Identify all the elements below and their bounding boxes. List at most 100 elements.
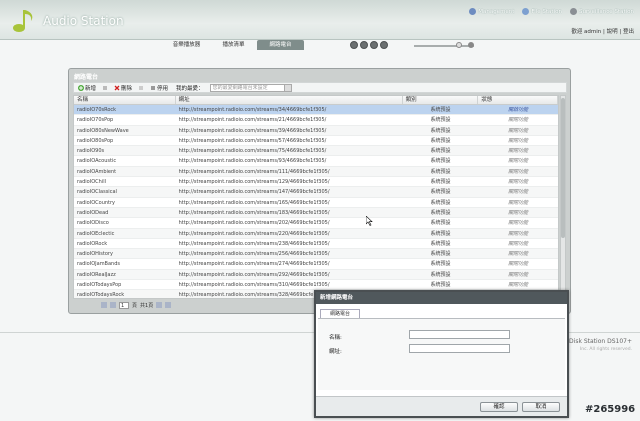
table-row[interactable]: radioIO80sPop http://streampoint.radioio.… <box>74 136 558 147</box>
tab-internet-radio[interactable]: 網路電台 <box>257 40 304 50</box>
previous-icon[interactable] <box>350 41 358 49</box>
cell-url: http://streampoint.radioio.com/streams/1… <box>178 199 330 206</box>
cell-status[interactable]: 關閉功能 <box>478 167 558 176</box>
table-row[interactable]: radioIO90s http://streampoint.radioio.com… <box>74 146 558 157</box>
name-field[interactable] <box>409 330 510 339</box>
first-page-icon[interactable] <box>101 302 107 308</box>
transport-controls <box>350 41 388 49</box>
dialog-body: 名稱: 網址: <box>318 318 565 390</box>
volume-track[interactable] <box>414 45 474 47</box>
add-icon <box>78 84 84 91</box>
favorites-select[interactable]: 您的最愛網路電台未設定 <box>209 83 292 92</box>
table-row[interactable]: radioIO80sNewWave http://streampoint.radi… <box>74 125 558 136</box>
cell-status[interactable]: 關閉功能 <box>478 126 558 135</box>
next-page-icon[interactable] <box>156 302 163 308</box>
edit-icon <box>103 85 108 90</box>
cell-status[interactable]: 關閉功能 <box>478 229 558 238</box>
ok-button[interactable]: 確認 <box>480 402 518 412</box>
table-row[interactable]: radioIOJamBands http://streampoint.radioi… <box>74 259 558 270</box>
cell-category: 系統預設 <box>430 261 451 268</box>
disable-button[interactable]: 停用 <box>150 84 168 92</box>
cell-status[interactable]: 關閉功能 <box>478 259 558 268</box>
enable-button[interactable] <box>138 85 144 91</box>
cell-name: radioIOAmbient <box>77 168 117 175</box>
cell-name: radioIOHistory <box>77 251 113 258</box>
new-button[interactable]: 新增 <box>78 84 96 92</box>
table-row[interactable]: radioIOCountry http://streampoint.radioio… <box>74 198 558 208</box>
top-links: Management File Station Surveillance Sta… <box>469 8 634 15</box>
table-row[interactable]: radioIORealJazz http://streampoint.radioi… <box>74 269 558 281</box>
column-header-status[interactable]: 狀態 <box>478 96 558 104</box>
play-icon[interactable] <box>360 41 368 49</box>
table-row[interactable]: radioIOHistory http://streampoint.radioio… <box>74 249 558 260</box>
column-header-url[interactable]: 網址 <box>176 96 403 104</box>
tab-music-player[interactable]: 音樂播放器 <box>163 40 210 50</box>
last-page-icon[interactable] <box>165 302 172 308</box>
cell-status[interactable]: 關閉功能 <box>478 198 558 207</box>
tab-playlist[interactable]: 播放清單 <box>210 40 257 50</box>
stop-icon[interactable] <box>370 41 378 49</box>
table-row[interactable]: radioIO70sPop http://streampoint.radioio.… <box>74 115 558 126</box>
delete-x-icon <box>114 85 120 90</box>
cell-status[interactable]: 關閉功能 <box>478 249 558 258</box>
cell-status[interactable]: 關閉功能 <box>478 136 558 145</box>
prev-page-icon[interactable] <box>110 302 116 308</box>
cell-status[interactable]: 關閉功能 <box>478 280 558 289</box>
total-pages-label: 共1頁 <box>140 302 154 309</box>
cell-status[interactable]: 關閉功能 <box>478 146 558 155</box>
user-links[interactable]: 歡迎 admin | 說明 | 登出 <box>571 27 634 35</box>
cancel-button[interactable]: 取消 <box>522 402 560 412</box>
page-number-input[interactable]: 1 <box>119 301 129 309</box>
scrollbar-thumb[interactable] <box>561 98 565 238</box>
disable-icon <box>151 85 156 90</box>
table-row[interactable]: radioIOChill http://streampoint.radioio.c… <box>74 177 558 188</box>
cell-status[interactable]: 關閉功能 <box>478 208 558 217</box>
cell-status[interactable]: 關閉功能 <box>478 239 558 248</box>
management-link[interactable]: Management <box>469 8 514 15</box>
column-header-name[interactable]: 名稱 <box>74 96 176 104</box>
surveillance-link[interactable]: Surveillance Station <box>569 8 634 15</box>
cell-url: http://streampoint.radioio.com/streams/2… <box>178 251 330 258</box>
edit-button[interactable] <box>102 85 108 91</box>
page-label: 頁 <box>132 302 138 309</box>
url-field[interactable] <box>409 344 510 353</box>
table-row[interactable]: radioIO70sRock http://streampoint.radioio… <box>74 105 558 116</box>
file-station-link[interactable]: File Station <box>522 8 562 15</box>
cell-category: 系統預設 <box>430 189 451 196</box>
internet-radio-panel: 網路電台 新增 刪除 停用 我的最愛： 您的最愛網路電台未設定 名稱 網址 類別… <box>68 68 571 314</box>
table-row[interactable]: radioIODisco http://streampoint.radioio.c… <box>74 218 558 229</box>
volume-slider-handle[interactable] <box>456 42 462 48</box>
cell-status[interactable]: 關閉功能 <box>478 156 558 165</box>
cell-status[interactable]: 關閉功能 <box>478 177 558 186</box>
next-icon[interactable] <box>380 41 388 49</box>
cell-name: radioIO80sPop <box>77 137 114 144</box>
cell-category: 系統預設 <box>430 137 451 144</box>
table-row[interactable]: radioIOEclectic http://streampoint.radioi… <box>74 228 558 239</box>
dialog-tab-radio[interactable]: 網路電台 <box>320 309 360 318</box>
table-row[interactable]: radioIOAmbient http://streampoint.radioio… <box>74 166 558 178</box>
cell-name: radioIO90s <box>77 148 105 155</box>
table-row[interactable]: radioIOClassical http://streampoint.radio… <box>74 187 558 198</box>
file-station-icon <box>522 8 530 15</box>
cell-status[interactable]: 關閉功能 <box>478 115 558 124</box>
table-row[interactable]: radioIODead http://streampoint.radioio.co… <box>74 207 558 219</box>
table-header: 名稱 網址 類別 狀態 <box>74 96 558 105</box>
cell-status[interactable]: 關閉功能 <box>478 270 558 279</box>
table-row[interactable]: radioIORock http://streampoint.radioio.co… <box>74 239 558 250</box>
cell-status[interactable]: 開啟功能 <box>478 105 558 114</box>
url-field-label: 網址: <box>329 349 342 355</box>
cell-name: radioIOJamBands <box>77 261 121 268</box>
cell-status[interactable]: 關閉功能 <box>478 187 558 196</box>
new-button-label: 新增 <box>85 85 97 92</box>
app-title: Audio Station <box>43 14 124 28</box>
table-scrollbar[interactable] <box>560 95 566 299</box>
delete-button[interactable]: 刪除 <box>114 84 132 92</box>
disable-button-label: 停用 <box>157 85 169 92</box>
cell-category: 系統預設 <box>430 158 451 165</box>
table-row[interactable]: radioIOAcoustic http://streampoint.radioi… <box>74 156 558 167</box>
column-header-category[interactable]: 類別 <box>403 96 479 104</box>
table-row[interactable]: radioIOTodaysPop http://streampoint.radio… <box>74 280 558 291</box>
cell-status[interactable]: 關閉功能 <box>478 218 558 227</box>
cell-category: 系統預設 <box>430 240 451 247</box>
cell-name: radioIODisco <box>77 220 109 227</box>
